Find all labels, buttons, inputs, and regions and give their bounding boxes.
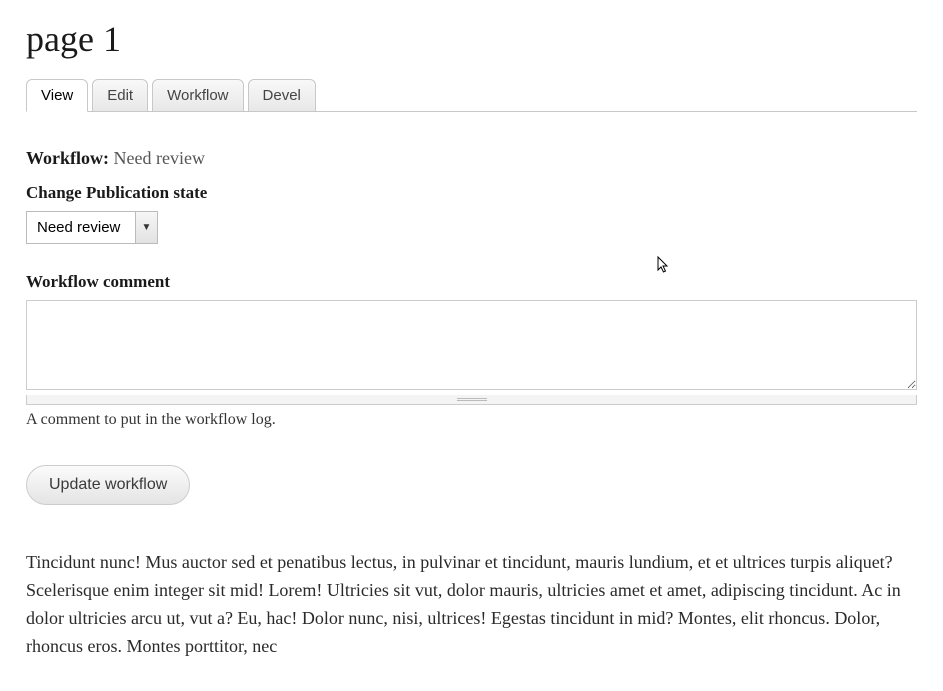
tab-view[interactable]: View <box>26 79 88 112</box>
state-select-wrap[interactable]: Need review ▼ <box>26 211 158 244</box>
chevron-down-icon: ▼ <box>135 212 157 243</box>
textarea-resize-handle[interactable] <box>26 395 917 405</box>
tabs: View Edit Workflow Devel <box>26 78 917 112</box>
workflow-comment-help: A comment to put in the workflow log. <box>26 411 917 429</box>
workflow-status-value: Need review <box>114 148 205 168</box>
tab-workflow[interactable]: Workflow <box>152 79 243 112</box>
content-body: Tincidunt nunc! Mus auctor sed et penati… <box>26 549 917 661</box>
workflow-status: Workflow: Need review <box>26 148 917 169</box>
workflow-comment-label: Workflow comment <box>26 272 917 292</box>
state-select[interactable]: Need review <box>27 212 135 243</box>
change-state-label: Change Publication state <box>26 183 917 203</box>
tab-edit[interactable]: Edit <box>92 79 148 112</box>
workflow-status-label: Workflow: <box>26 148 109 168</box>
page-title: page 1 <box>26 18 917 60</box>
grip-icon <box>457 398 487 401</box>
update-workflow-button[interactable]: Update workflow <box>26 465 190 505</box>
tab-devel[interactable]: Devel <box>248 79 316 112</box>
workflow-comment-input[interactable] <box>26 300 917 390</box>
